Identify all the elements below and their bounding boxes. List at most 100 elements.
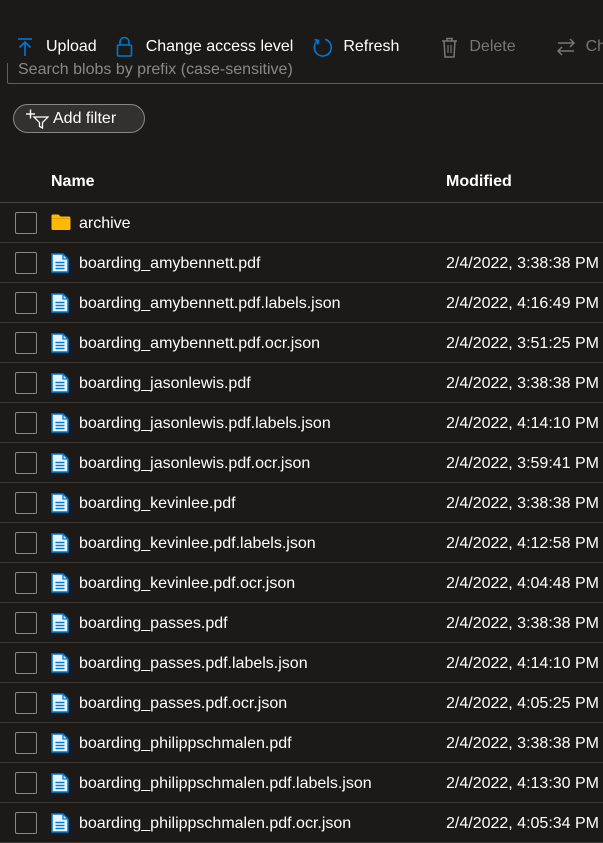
table-row[interactable]: boarding_jasonlewis.pdf.labels.json 2/4/… <box>0 403 603 443</box>
table-header: Name Modified <box>0 160 603 203</box>
file-icon <box>51 653 69 678</box>
row-checkbox[interactable] <box>15 492 37 514</box>
table-row[interactable]: boarding_passes.pdf 2/4/2022, 3:38:38 PM <box>0 603 603 643</box>
file-icon <box>51 813 69 838</box>
row-checkbox[interactable] <box>15 532 37 554</box>
file-name-link[interactable]: boarding_amybennett.pdf <box>79 255 260 273</box>
change-tier-button[interactable]: Cha <box>556 31 603 63</box>
modified-date: 2/4/2022, 3:51:25 PM <box>446 335 599 352</box>
change-access-level-label: Change access level <box>145 38 294 55</box>
table-row[interactable]: boarding_philippschmalen.pdf.ocr.json 2/… <box>0 803 603 843</box>
delete-button[interactable]: Delete <box>441 31 516 63</box>
file-name-link[interactable]: boarding_jasonlewis.pdf.labels.json <box>79 415 331 433</box>
row-checkbox[interactable] <box>15 412 37 434</box>
table-row[interactable]: boarding_jasonlewis.pdf.ocr.json 2/4/202… <box>0 443 603 483</box>
modified-date: 2/4/2022, 3:38:38 PM <box>446 255 599 272</box>
file-icon <box>51 693 69 718</box>
modified-date: 2/4/2022, 4:13:30 PM <box>446 775 599 792</box>
file-icon <box>51 773 69 798</box>
row-checkbox[interactable] <box>15 692 37 714</box>
file-name-link[interactable]: boarding_philippschmalen.pdf <box>79 735 292 753</box>
file-icon <box>51 333 69 358</box>
file-icon <box>51 373 69 398</box>
refresh-button[interactable]: Refresh <box>312 31 399 63</box>
file-name-link[interactable]: boarding_amybennett.pdf.labels.json <box>79 295 341 313</box>
refresh-label: Refresh <box>343 38 400 55</box>
modified-date: 2/4/2022, 3:38:38 PM <box>446 735 599 752</box>
row-checkbox[interactable] <box>15 452 37 474</box>
table-row[interactable]: boarding_jasonlewis.pdf 2/4/2022, 3:38:3… <box>0 363 603 403</box>
file-name-link[interactable]: archive <box>79 215 131 233</box>
row-checkbox[interactable] <box>15 812 37 834</box>
file-icon <box>51 533 69 558</box>
table-row[interactable]: boarding_amybennett.pdf.labels.json 2/4/… <box>0 283 603 323</box>
column-header-name[interactable]: Name <box>51 173 95 191</box>
modified-date: 2/4/2022, 4:05:25 PM <box>446 695 599 712</box>
delete-label: Delete <box>469 38 516 55</box>
file-name-link[interactable]: boarding_kevinlee.pdf.labels.json <box>79 535 316 553</box>
modified-date: 2/4/2022, 3:38:38 PM <box>446 615 599 632</box>
table-row[interactable]: boarding_amybennett.pdf 2/4/2022, 3:38:3… <box>0 243 603 283</box>
add-filter-label: Add filter <box>53 109 117 127</box>
file-icon <box>51 413 69 438</box>
file-name-link[interactable]: boarding_jasonlewis.pdf <box>79 375 251 393</box>
file-icon <box>51 293 69 318</box>
blob-list: archive boarding_amybennett.pdf 2/4/2022… <box>0 203 603 843</box>
command-bar: Upload Change access level Refresh Delet… <box>0 24 603 70</box>
change-access-level-button[interactable]: Change access level <box>116 31 294 63</box>
file-icon <box>51 733 69 758</box>
folder-icon <box>51 213 71 236</box>
row-checkbox[interactable] <box>15 772 37 794</box>
modified-date: 2/4/2022, 4:14:10 PM <box>446 655 599 672</box>
row-checkbox[interactable] <box>15 292 37 314</box>
refresh-icon <box>312 37 333 58</box>
file-name-link[interactable]: boarding_kevinlee.pdf.ocr.json <box>79 575 295 593</box>
modified-date: 2/4/2022, 4:05:34 PM <box>446 815 599 832</box>
row-checkbox[interactable] <box>15 252 37 274</box>
modified-date: 2/4/2022, 4:12:58 PM <box>446 535 599 552</box>
blob-browser: Search blobs by prefix (case-sensitive) … <box>0 0 603 843</box>
upload-label: Upload <box>46 38 97 55</box>
lock-icon <box>116 36 133 58</box>
file-name-link[interactable]: boarding_passes.pdf.labels.json <box>79 655 308 673</box>
add-filter-button[interactable]: Add filter <box>13 104 145 133</box>
file-name-link[interactable]: boarding_philippschmalen.pdf.labels.json <box>79 775 372 793</box>
modified-date: 2/4/2022, 4:04:48 PM <box>446 575 599 592</box>
row-checkbox[interactable] <box>15 212 37 234</box>
file-name-link[interactable]: boarding_jasonlewis.pdf.ocr.json <box>79 455 310 473</box>
table-row[interactable]: boarding_passes.pdf.labels.json 2/4/2022… <box>0 643 603 683</box>
file-icon <box>51 253 69 278</box>
table-row[interactable]: boarding_passes.pdf.ocr.json 2/4/2022, 4… <box>0 683 603 723</box>
row-checkbox[interactable] <box>15 652 37 674</box>
swap-arrows-icon <box>556 38 576 56</box>
file-icon <box>51 453 69 478</box>
file-icon <box>51 613 69 638</box>
column-header-modified[interactable]: Modified <box>446 173 512 191</box>
file-name-link[interactable]: boarding_passes.pdf <box>79 615 228 633</box>
table-row[interactable]: archive <box>0 203 603 243</box>
row-checkbox[interactable] <box>15 732 37 754</box>
table-row[interactable]: boarding_amybennett.pdf.ocr.json 2/4/202… <box>0 323 603 363</box>
modified-date: 2/4/2022, 3:38:38 PM <box>446 375 599 392</box>
add-filter-icon <box>25 109 49 129</box>
row-checkbox[interactable] <box>15 612 37 634</box>
change-tier-label: Cha <box>585 38 603 55</box>
upload-icon <box>16 37 34 57</box>
row-checkbox[interactable] <box>15 572 37 594</box>
table-row[interactable]: boarding_philippschmalen.pdf.labels.json… <box>0 763 603 803</box>
file-name-link[interactable]: boarding_passes.pdf.ocr.json <box>79 695 287 713</box>
modified-date: 2/4/2022, 3:38:38 PM <box>446 495 599 512</box>
file-name-link[interactable]: boarding_amybennett.pdf.ocr.json <box>79 335 320 353</box>
table-row[interactable]: boarding_kevinlee.pdf.ocr.json 2/4/2022,… <box>0 563 603 603</box>
row-checkbox[interactable] <box>15 372 37 394</box>
file-icon <box>51 573 69 598</box>
file-name-link[interactable]: boarding_kevinlee.pdf <box>79 495 236 513</box>
table-row[interactable]: boarding_kevinlee.pdf 2/4/2022, 3:38:38 … <box>0 483 603 523</box>
row-checkbox[interactable] <box>15 332 37 354</box>
trash-icon <box>441 37 458 58</box>
file-name-link[interactable]: boarding_philippschmalen.pdf.ocr.json <box>79 815 351 833</box>
upload-button[interactable]: Upload <box>16 31 97 63</box>
modified-date: 2/4/2022, 4:16:49 PM <box>446 295 599 312</box>
table-row[interactable]: boarding_kevinlee.pdf.labels.json 2/4/20… <box>0 523 603 563</box>
table-row[interactable]: boarding_philippschmalen.pdf 2/4/2022, 3… <box>0 723 603 763</box>
